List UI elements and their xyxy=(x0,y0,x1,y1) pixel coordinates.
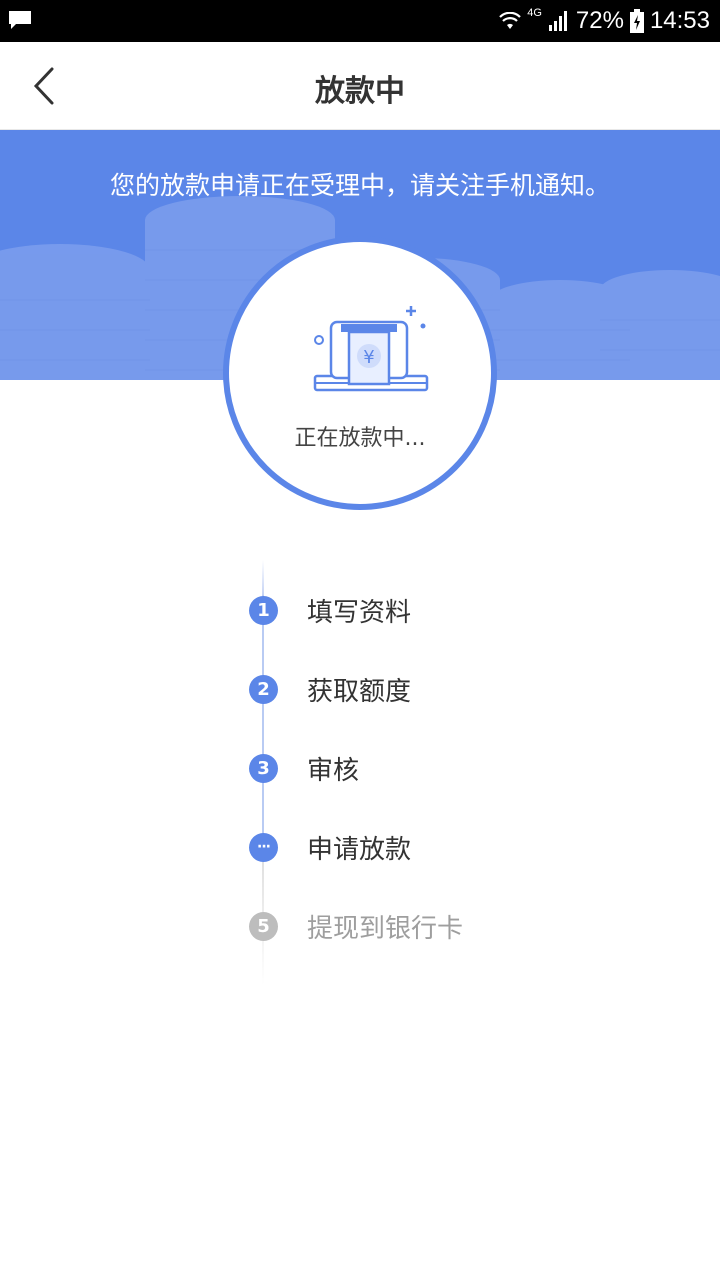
battery-percent: 72% xyxy=(575,7,624,34)
chat-notification-icon xyxy=(9,11,31,29)
processing-notice: 您的放款申请正在受理中，请关注手机通知。 xyxy=(109,171,610,200)
step-label: 审核 xyxy=(307,755,360,786)
step-apply-loan: ··· 申请放款 xyxy=(249,832,411,865)
step-current-marker: ··· xyxy=(249,832,278,862)
step-label: 申请放款 xyxy=(307,834,412,865)
step-fill-info: 1 填写资料 xyxy=(249,595,411,628)
status-bar: 4G 72% 14:53 xyxy=(0,0,720,42)
nav-header: 放款中 xyxy=(0,42,720,130)
svg-text:¥: ¥ xyxy=(363,347,374,368)
timeline-line-done xyxy=(262,595,264,845)
step-marker: 5 xyxy=(249,911,278,941)
step-label: 填写资料 xyxy=(307,597,412,628)
step-label: 提现到银行卡 xyxy=(307,913,464,944)
timeline-line-top xyxy=(262,560,264,595)
loan-status-card: ¥ 正在放款中... xyxy=(223,236,497,510)
atm-cash-icon: ¥ xyxy=(313,306,429,392)
step-withdraw-to-card: 5 提现到银行卡 xyxy=(249,911,463,944)
wifi-icon xyxy=(499,12,521,29)
step-marker: 1 xyxy=(249,595,278,625)
battery-charging-icon xyxy=(629,9,644,33)
network-type: 4G xyxy=(527,7,542,19)
step-label: 获取额度 xyxy=(307,676,412,707)
loan-status-text: 正在放款中... xyxy=(294,426,426,451)
step-get-quota: 2 获取额度 xyxy=(249,674,411,707)
step-review: 3 审核 xyxy=(249,753,359,786)
signal-icon xyxy=(548,11,567,31)
step-marker: 2 xyxy=(249,674,278,704)
step-marker: 3 xyxy=(249,753,278,783)
clock: 14:53 xyxy=(649,7,710,34)
page-title: 放款中 xyxy=(315,74,405,109)
